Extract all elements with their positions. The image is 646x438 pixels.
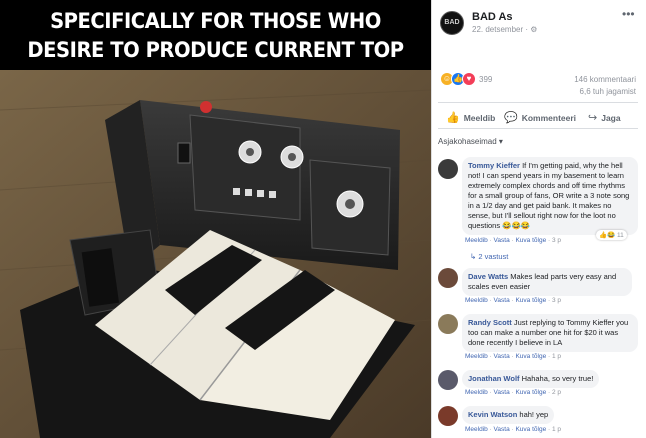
comment-item: Jonathan Wolf Hahaha, so very true! Meel… xyxy=(438,370,638,400)
comment-translate-link[interactable]: Kuva tõlge xyxy=(515,237,546,244)
comment-text: If I'm getting paid, why the hell not! I… xyxy=(468,161,630,230)
comment-translate-link[interactable]: Kuva tõlge xyxy=(515,389,546,396)
love-reaction-icon: ♥ xyxy=(462,72,476,86)
comment-bubble: Dave Watts Makes lead parts very easy an… xyxy=(462,268,632,296)
comment-text: hah! yep xyxy=(519,410,549,419)
reaction-summary[interactable]: ☺ 👍 ♥ 399 xyxy=(440,72,492,86)
comment-item: Dave Watts Makes lead parts very easy an… xyxy=(438,268,638,308)
comment-bubble: Jonathan Wolf Hahaha, so very true! xyxy=(462,370,600,388)
comment-translate-link[interactable]: Kuva tõlge xyxy=(515,426,546,433)
comment-meta: Meeldib · Vasta · Kuva tõlge · 3 p xyxy=(465,237,562,244)
comment-bubble: Kevin Watson hah! yep xyxy=(462,406,555,424)
reaction-count: 399 xyxy=(479,74,493,84)
view-replies-link[interactable]: ↳ 2 vastust xyxy=(470,252,508,261)
comment-reply-link[interactable]: Vasta xyxy=(494,426,510,433)
more-options-icon[interactable]: ••• xyxy=(622,7,635,21)
comment-reaction-badge[interactable]: 👍😂 11 xyxy=(596,230,627,240)
comment-reply-link[interactable]: Vasta xyxy=(494,237,510,244)
speech-bubble-icon: 💬 xyxy=(504,112,518,124)
comment-button[interactable]: 💬 Kommenteeri xyxy=(504,111,576,124)
comment-text: Hahaha, so very true! xyxy=(521,374,594,383)
comment-like-link[interactable]: Meeldib xyxy=(465,297,488,304)
share-button[interactable]: ↪ Jaga xyxy=(588,111,621,124)
comment-item: Tommy Kieffer If I'm getting paid, why t… xyxy=(438,157,638,247)
comment-reply-link[interactable]: Vasta xyxy=(494,297,510,304)
share-arrow-icon: ↪ xyxy=(588,112,598,124)
comment-meta: Meeldib · Vasta · Kuva tõlge · 3 p xyxy=(465,297,562,304)
comment-item: Randy Scott Just replying to Tommy Kieff… xyxy=(438,314,638,364)
comment-meta: Meeldib · Vasta · Kuva tõlge · 2 p xyxy=(465,389,562,396)
commenter-avatar[interactable] xyxy=(438,159,458,179)
comments-count[interactable]: 146 kommentaari xyxy=(574,75,636,84)
photo-caption: Specifically for those who desire to pro… xyxy=(15,0,416,91)
comment-reply-link[interactable]: Vasta xyxy=(494,389,510,396)
comment-item: Kevin Watson hah! yep Meeldib · Vasta · … xyxy=(438,406,638,438)
comment-bubble: Randy Scott Just replying to Tommy Kieff… xyxy=(462,314,638,352)
like-button[interactable]: 👍 Meeldib xyxy=(446,111,495,124)
thumbs-up-icon: 👍 xyxy=(446,112,460,124)
divider xyxy=(438,102,638,103)
comment-author[interactable]: Kevin Watson xyxy=(468,410,517,419)
comment-time[interactable]: 3 p xyxy=(552,237,561,244)
post-photo[interactable]: Specifically for those who desire to pro… xyxy=(0,0,431,438)
comment-time[interactable]: 1 p xyxy=(552,353,561,360)
commenter-avatar[interactable] xyxy=(438,406,458,426)
comment-translate-link[interactable]: Kuva tõlge xyxy=(515,353,546,360)
post-timestamp[interactable]: 22. detsember · ⚙ xyxy=(472,25,537,34)
comment-sort-dropdown[interactable]: Asjakohaseimad ▾ xyxy=(438,137,503,146)
commenter-avatar[interactable] xyxy=(438,268,458,288)
comment-meta: Meeldib · Vasta · Kuva tõlge · 1 p xyxy=(465,426,562,433)
keyboard-photo xyxy=(0,70,431,438)
comment-author[interactable]: Jonathan Wolf xyxy=(468,374,520,383)
page-avatar[interactable]: BAD xyxy=(440,11,464,35)
comment-author[interactable]: Dave Watts xyxy=(468,272,508,281)
comment-meta: Meeldib · Vasta · Kuva tõlge · 1 p xyxy=(465,353,562,360)
comment-reply-link[interactable]: Vasta xyxy=(494,353,510,360)
comment-time[interactable]: 3 p xyxy=(552,297,561,304)
comment-time[interactable]: 1 p xyxy=(552,426,561,433)
page-name[interactable]: BAD As xyxy=(472,11,513,23)
comment-translate-link[interactable]: Kuva tõlge xyxy=(515,297,546,304)
comment-bubble: Tommy Kieffer If I'm getting paid, why t… xyxy=(462,157,638,235)
comment-author[interactable]: Tommy Kieffer xyxy=(468,161,520,170)
comment-like-link[interactable]: Meeldib xyxy=(465,389,488,396)
comment-time[interactable]: 2 p xyxy=(552,389,561,396)
comment-like-link[interactable]: Meeldib xyxy=(465,237,488,244)
shares-count[interactable]: 6,6 tuh jagamist xyxy=(580,87,636,96)
comment-like-link[interactable]: Meeldib xyxy=(465,353,488,360)
divider xyxy=(438,128,638,129)
comment-like-link[interactable]: Meeldib xyxy=(465,426,488,433)
comment-author[interactable]: Randy Scott xyxy=(468,318,512,327)
commenter-avatar[interactable] xyxy=(438,314,458,334)
commenter-avatar[interactable] xyxy=(438,370,458,390)
